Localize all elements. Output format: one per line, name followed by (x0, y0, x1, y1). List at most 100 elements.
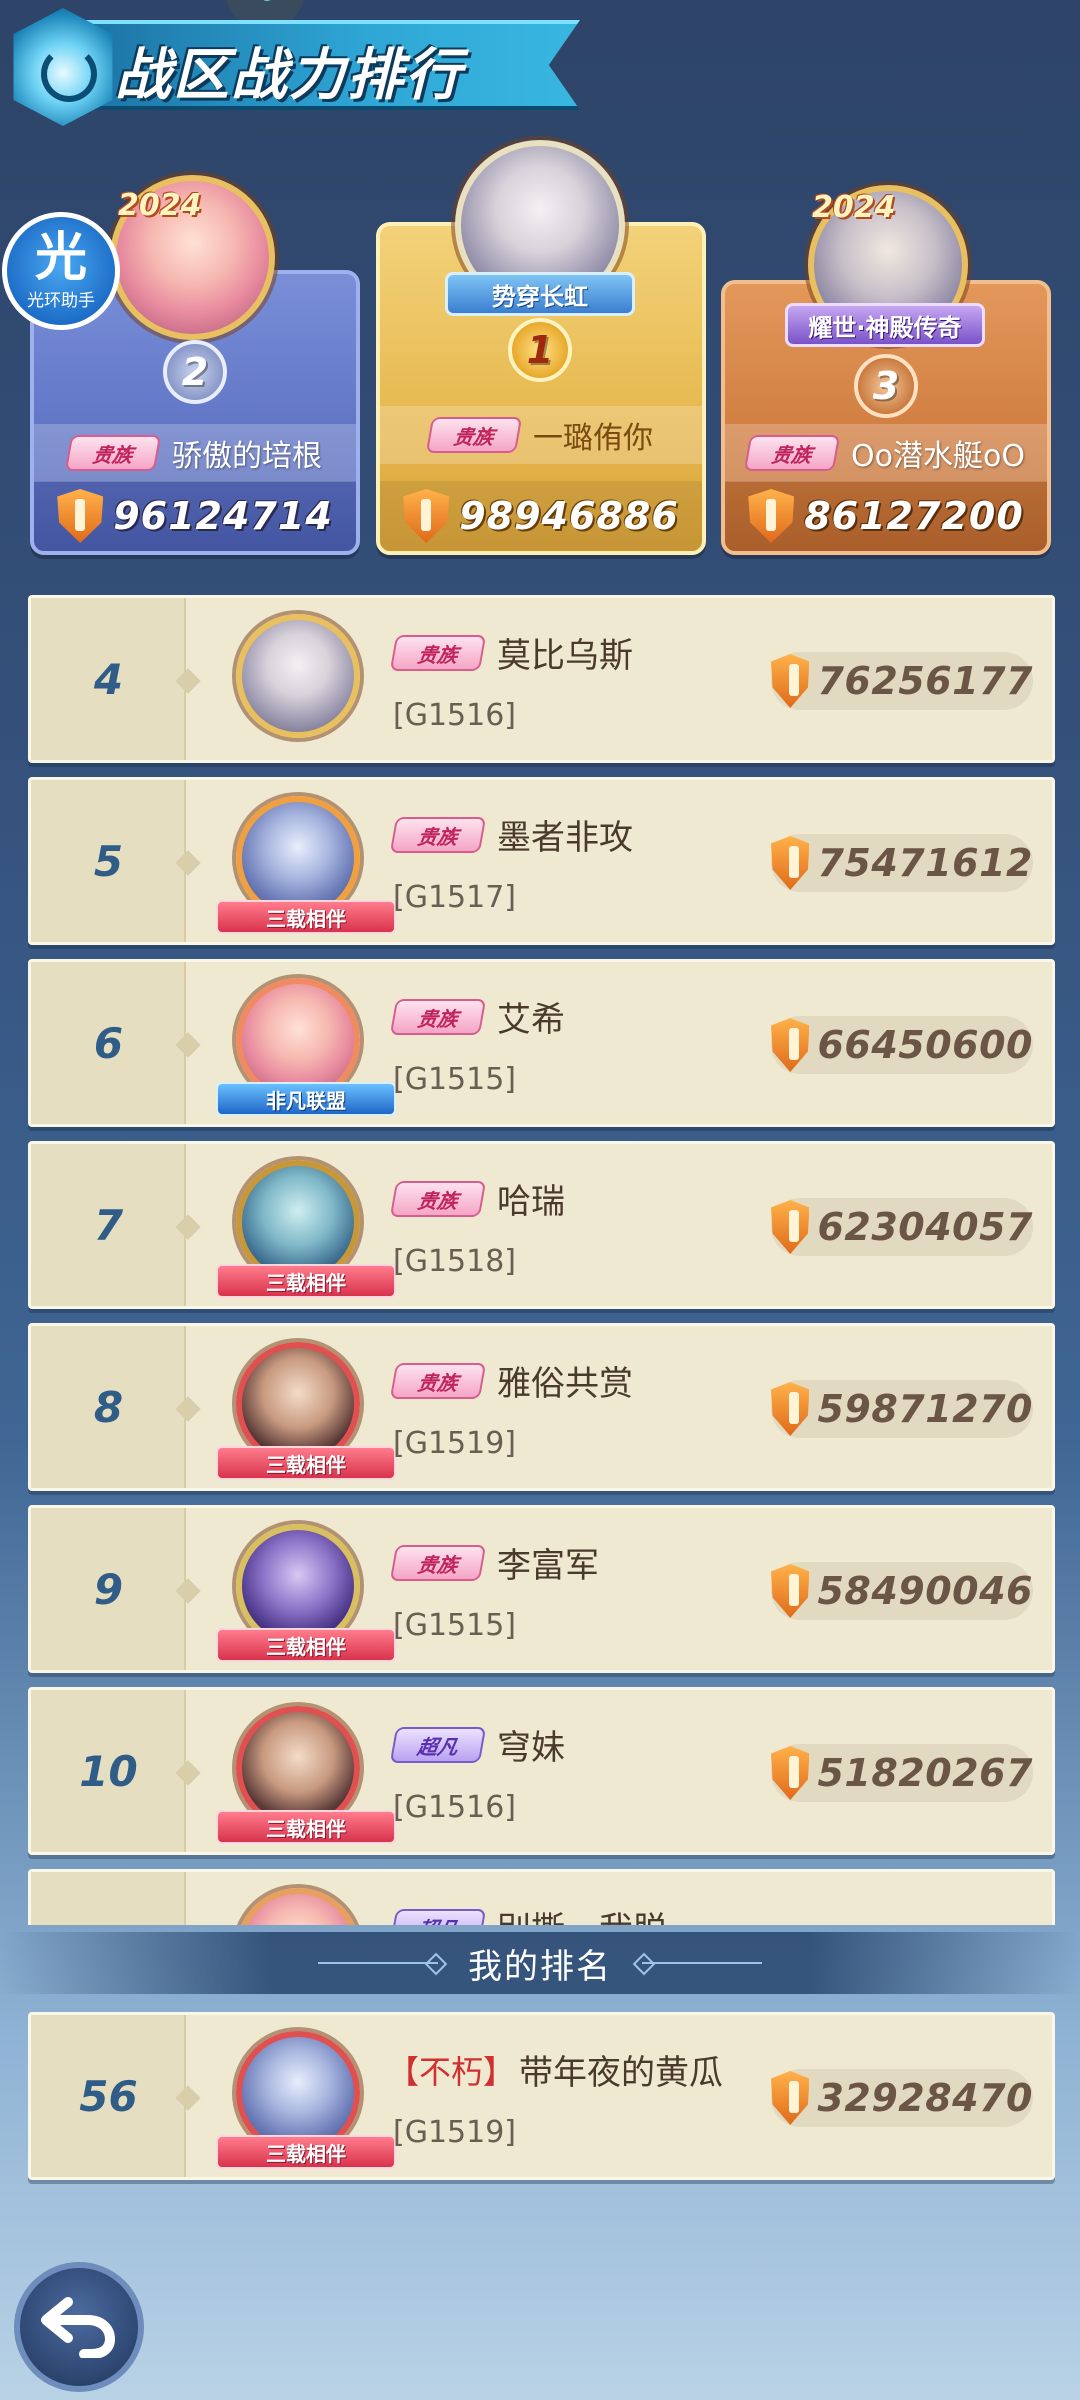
player-name: 哈瑞 (497, 1182, 565, 1222)
name-line: 贵族 雅俗共赏 (389, 1356, 633, 1405)
name-line: 贵族 艾希 (389, 992, 565, 1041)
player-name: 莫比乌斯 (497, 636, 633, 676)
year-badge: 2024 (118, 188, 202, 223)
power-value: 51820267 (817, 1751, 1033, 1795)
my-rank-title: 我的排名 (468, 1946, 612, 1987)
avatar-frame[interactable]: 三载相伴 (216, 2023, 396, 2173)
player-name: 穹妹 (497, 1728, 565, 1768)
list-row-rank-7[interactable]: 7 三载相伴 贵族 哈瑞 [G1518] 62304057 (28, 1141, 1055, 1309)
name-line: 超凡 别撕、我脱 (389, 1902, 667, 1925)
power-shield-icon (771, 1564, 810, 1618)
title-banner: 耀世·神殿传奇 (785, 303, 985, 347)
rank-number: 6 (93, 1018, 124, 1068)
power-value: 96124714 (113, 494, 333, 538)
rank-number: 9 (93, 1564, 124, 1614)
avatar-frame[interactable]: 非凡联盟 (216, 970, 396, 1120)
frame-ribbon: 三载相伴 (216, 900, 396, 934)
power-value: 66450600 (817, 1023, 1033, 1067)
power-pill: 66450600 (771, 1016, 1033, 1074)
power-shield-icon (771, 654, 810, 708)
avatar-frame[interactable]: 三载相伴 (216, 1516, 396, 1666)
name-line: 贵族 墨者非攻 (389, 810, 633, 859)
avatar-frame[interactable]: 三载相伴 (216, 788, 396, 938)
rank-medal-3: 3 (854, 354, 918, 418)
my-rank-row[interactable]: 56 三载相伴 【不朽】 带年夜的黄瓜 [G1519] 32928470 (28, 2012, 1055, 2180)
list-row-rank-8[interactable]: 8 三载相伴 贵族 雅俗共赏 [G1519] 59871270 (28, 1323, 1055, 1491)
podium-name-bar: 贵族 骄傲的培根 (34, 424, 356, 482)
power-pill: 32928470 (771, 2069, 1033, 2127)
player-name: 带年夜的黄瓜 (519, 2053, 724, 2093)
power-shield-icon (771, 836, 810, 890)
list-row-partial[interactable]: 超凡 别撕、我脱 (28, 1869, 1055, 1925)
page-title: 战区战力排行 (115, 43, 463, 108)
halo-assistant-icon[interactable]: 光 光环助手 (2, 212, 120, 330)
player-name: Oo潜水艇oO (851, 439, 1025, 474)
power-shield-icon (771, 1200, 810, 1254)
avatar-frame[interactable]: 三载相伴 (216, 1152, 396, 1302)
name-line: 超凡 穹妹 (389, 1720, 565, 1769)
player-name: 一璐侑你 (533, 421, 653, 456)
list-row-rank-4[interactable]: 4 贵族 莫比乌斯 [G1516] 76256177 (28, 595, 1055, 763)
power-value: 62304057 (817, 1205, 1033, 1249)
server-id: [G1516] (393, 698, 517, 733)
vip-badge-icon: 贵族 (389, 1362, 487, 1399)
list-row-rank-10[interactable]: 10 三载相伴 超凡 穹妹 [G1516] 51820267 (28, 1687, 1055, 1855)
podium-name-bar: 贵族 一璐侑你 (380, 406, 702, 464)
power-value: 75471612 (817, 841, 1033, 885)
frame-ribbon: 三载相伴 (216, 1446, 396, 1480)
server-id: [G1517] (393, 880, 517, 915)
back-button[interactable] (14, 2262, 144, 2392)
server-id: [G1518] (393, 1244, 517, 1279)
power-bar: 86127200 (725, 481, 1047, 551)
vip-badge-icon: 贵族 (743, 435, 841, 471)
player-name: 墨者非攻 (497, 818, 633, 858)
ranking-list[interactable]: 4 贵族 莫比乌斯 [G1516] 76256177 5 三载相伴 贵族 墨者非… (28, 595, 1055, 1925)
power-value: 59871270 (817, 1387, 1033, 1431)
player-avatar (236, 1888, 360, 1925)
vip-badge-icon: 贵族 (389, 1544, 487, 1581)
frame-ribbon: 非凡联盟 (216, 1082, 396, 1116)
power-pill: 59871270 (771, 1380, 1033, 1438)
rank-number: 56 (79, 2071, 138, 2121)
power-value: 32928470 (817, 2076, 1033, 2120)
power-value: 86127200 (804, 494, 1024, 538)
power-pill: 76256177 (771, 652, 1033, 710)
player-name: 雅俗共赏 (497, 1364, 633, 1404)
player-name: 李富军 (497, 1546, 599, 1586)
power-bar: 98946886 (380, 481, 702, 551)
power-shield-icon (57, 489, 104, 543)
list-row-rank-6[interactable]: 6 非凡联盟 贵族 艾希 [G1515] 66450600 (28, 959, 1055, 1127)
rank-medal-1: 1 (508, 318, 572, 382)
power-value: 98946886 (459, 494, 679, 538)
power-pill: 62304057 (771, 1198, 1033, 1256)
avatar-frame[interactable] (216, 606, 376, 756)
server-id: [G1515] (393, 1062, 517, 1097)
list-row-rank-5[interactable]: 5 三载相伴 贵族 墨者非攻 [G1517] 75471612 (28, 777, 1055, 945)
power-pill: 75471612 (771, 834, 1033, 892)
vip-badge-icon: 贵族 (389, 634, 487, 671)
list-row-rank-9[interactable]: 9 三载相伴 贵族 李富军 [G1515] 58490046 (28, 1505, 1055, 1673)
vip-badge-icon: 超凡 (389, 1726, 487, 1763)
frame-ribbon: 三载相伴 (216, 2135, 396, 2169)
power-shield-icon (771, 1746, 810, 1800)
rank-number: 7 (93, 1200, 124, 1250)
rank-number: 4 (93, 654, 124, 704)
server-id: [G1519] (393, 1426, 517, 1461)
vip-badge-icon: 超凡 (389, 1908, 487, 1925)
rank-medal-2: 2 (163, 340, 227, 404)
server-id: [G1519] (393, 2115, 517, 2150)
avatar-frame[interactable]: 三载相伴 (216, 1334, 396, 1484)
name-line: 贵族 莫比乌斯 (389, 628, 633, 677)
player-name: 别撕、我脱 (497, 1902, 667, 1925)
my-rank-header: 我的排名 (0, 1932, 1080, 1994)
avatar-frame[interactable]: 三载相伴 (216, 1698, 396, 1848)
divider-ornament (642, 1962, 762, 1964)
name-line: 贵族 李富军 (389, 1538, 599, 1587)
player-avatar (236, 614, 360, 738)
rank-number: 5 (93, 836, 124, 886)
vip-badge-icon: 贵族 (389, 1180, 487, 1217)
frame-ribbon: 三载相伴 (216, 1628, 396, 1662)
title-tag: 【不朽】 (387, 2052, 516, 2091)
avatar-frame[interactable] (216, 1880, 376, 1925)
name-line: 【不朽】 带年夜的黄瓜 (387, 2045, 723, 2094)
